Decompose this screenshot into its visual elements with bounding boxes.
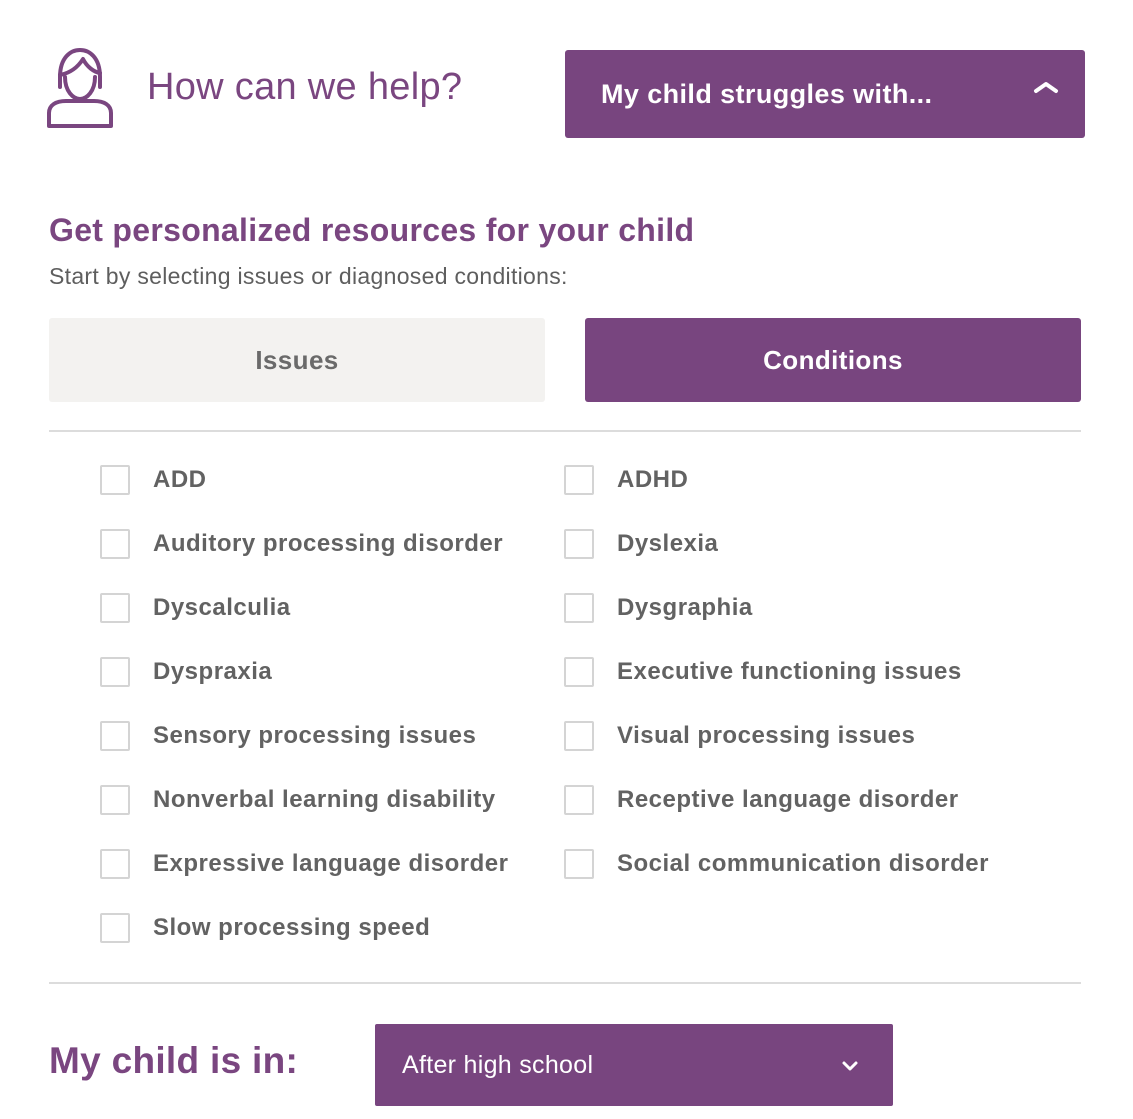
struggle-dropdown-label: My child struggles with... [601,78,933,109]
checkbox[interactable] [100,849,130,879]
grade-label: My child is in: [49,1040,299,1081]
section-title: Get personalized resources for your chil… [49,212,695,248]
condition-label: Visual processing issues [617,722,916,749]
help-title: How can we help? [147,66,463,108]
checkbox[interactable] [564,465,594,495]
condition-label: ADD [153,466,207,493]
condition-label: Receptive language disorder [617,786,959,813]
condition-label: Nonverbal learning disability [153,786,496,813]
condition-expressive-language-disorder[interactable]: Expressive language disorder [100,848,508,880]
checkbox[interactable] [100,785,130,815]
checkbox[interactable] [564,593,594,623]
condition-add[interactable]: ADD [100,464,207,496]
checkbox[interactable] [564,721,594,751]
condition-dyspraxia[interactable]: Dyspraxia [100,656,272,688]
tab-conditions[interactable]: Conditions [585,318,1081,402]
condition-social-communication-disorder[interactable]: Social communication disorder [564,848,989,880]
checkbox[interactable] [564,657,594,687]
condition-dyslexia[interactable]: Dyslexia [564,528,718,560]
condition-label: Dyscalculia [153,594,291,621]
condition-label: ADHD [617,466,689,493]
chevron-up-icon [1034,82,1058,93]
checkbox[interactable] [100,913,130,943]
checkbox[interactable] [564,849,594,879]
divider [49,982,1081,984]
checkbox[interactable] [564,785,594,815]
condition-label: Slow processing speed [153,914,431,941]
section-subtitle: Start by selecting issues or diagnosed c… [49,263,568,289]
condition-sensory-processing-issues[interactable]: Sensory processing issues [100,720,476,752]
condition-dysgraphia[interactable]: Dysgraphia [564,592,753,624]
checkbox[interactable] [100,465,130,495]
tab-issues[interactable]: Issues [49,318,545,402]
condition-label: Social communication disorder [617,850,989,877]
checkbox[interactable] [100,593,130,623]
condition-slow-processing-speed[interactable]: Slow processing speed [100,912,430,944]
condition-dyscalculia[interactable]: Dyscalculia [100,592,291,624]
condition-nonverbal-learning-disability[interactable]: Nonverbal learning disability [100,784,496,816]
condition-receptive-language-disorder[interactable]: Receptive language disorder [564,784,959,816]
condition-adhd[interactable]: ADHD [564,464,688,496]
checkbox[interactable] [100,657,130,687]
condition-label: Dyslexia [617,530,719,557]
help-widget: How can we help? My child struggles with… [0,0,1133,1119]
user-icon [47,48,113,128]
condition-label: Dyspraxia [153,658,273,685]
condition-label: Executive functioning issues [617,658,962,685]
grade-select-value: After high school [402,1050,594,1079]
checkbox[interactable] [100,721,130,751]
condition-auditory-processing-disorder[interactable]: Auditory processing disorder [100,528,503,560]
condition-executive-functioning-issues[interactable]: Executive functioning issues [564,656,962,688]
condition-label: Sensory processing issues [153,722,477,749]
condition-label: Dysgraphia [617,594,753,621]
struggle-dropdown[interactable]: My child struggles with... [565,50,1085,138]
divider [49,430,1081,432]
condition-label: Auditory processing disorder [153,530,504,557]
condition-label: Expressive language disorder [153,850,509,877]
checkbox[interactable] [100,529,130,559]
condition-visual-processing-issues[interactable]: Visual processing issues [564,720,915,752]
checkbox[interactable] [564,529,594,559]
grade-select[interactable]: After high school [375,1024,893,1106]
chevron-down-icon [842,1061,858,1071]
